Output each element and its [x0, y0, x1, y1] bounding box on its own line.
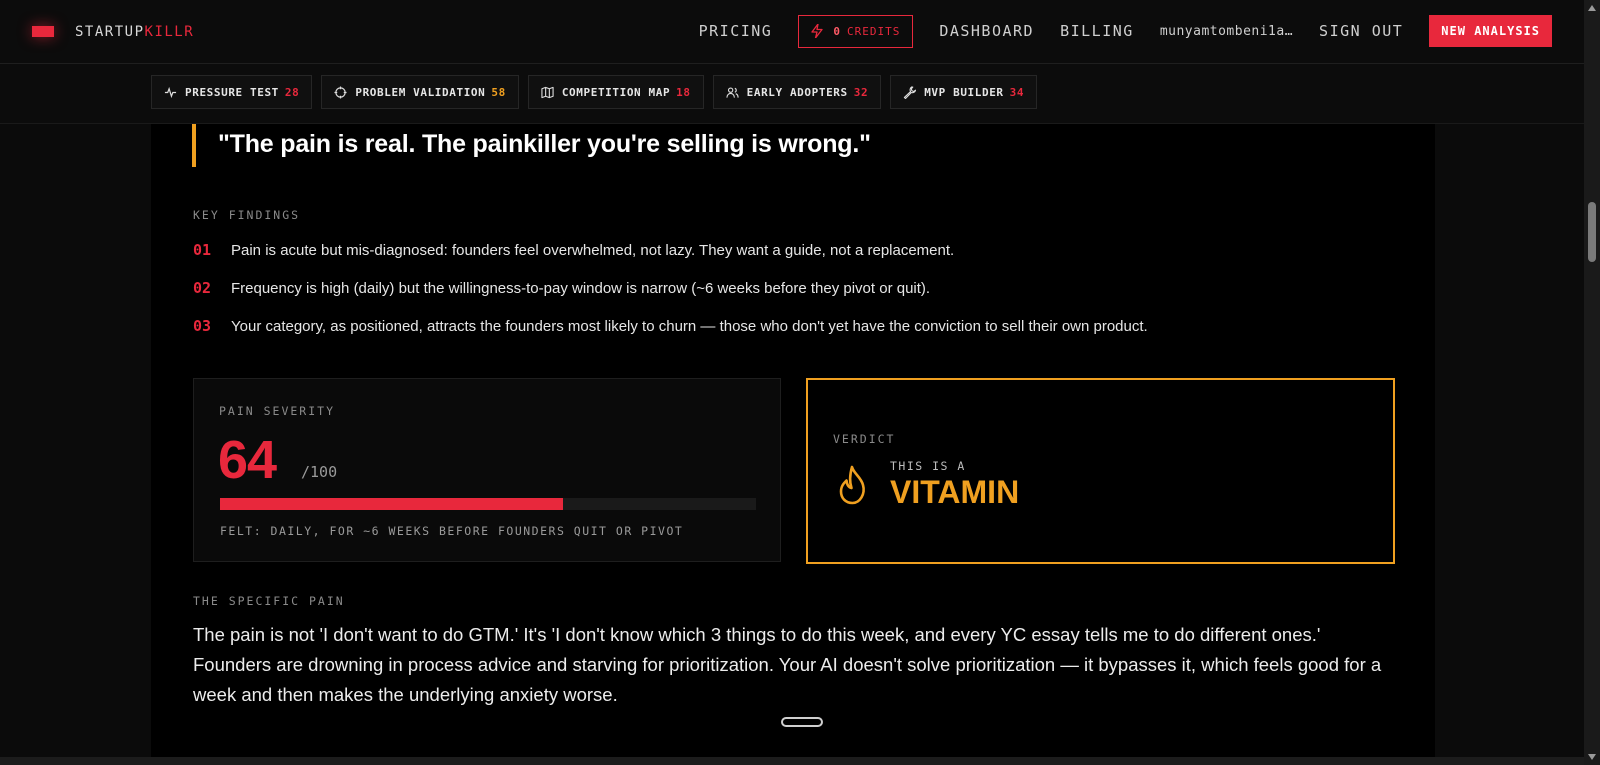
- scroll-down-arrow-icon[interactable]: [1588, 754, 1596, 760]
- credits-label: CREDITS: [846, 24, 901, 38]
- nav-links: PRICING 0 CREDITS DASHBOARD BILLING muny…: [673, 14, 1552, 48]
- sign-out-link[interactable]: SIGN OUT: [1319, 22, 1403, 40]
- verdict-word: VITAMIN: [890, 474, 1020, 510]
- top-nav: STARTUPKILLR PRICING 0 CREDITS DASHBOARD…: [0, 0, 1584, 64]
- pain-severity-bar-fill: [220, 498, 564, 510]
- pain-severity-max: /100: [301, 463, 338, 481]
- finding-item: 03 Your category, as positioned, attract…: [193, 317, 1148, 335]
- pain-severity-bar: [220, 498, 756, 510]
- activity-icon: [164, 86, 177, 98]
- page-scrollbar[interactable]: [1584, 0, 1600, 765]
- tab-score: 28: [284, 85, 300, 99]
- finding-item: 01 Pain is acute but mis-diagnosed: foun…: [193, 241, 954, 259]
- tab-mvp-builder[interactable]: MVP BUILDER 34: [890, 75, 1038, 109]
- key-findings-label: KEY FINDINGS: [193, 208, 301, 222]
- specific-pain-label: THE SPECIFIC PAIN: [193, 594, 345, 608]
- credits-button[interactable]: 0 CREDITS: [798, 14, 914, 48]
- tab-label: EARLY ADOPTERS: [746, 85, 848, 99]
- dashboard-link[interactable]: DASHBOARD: [939, 22, 1034, 40]
- verdict-label: VERDICT: [833, 432, 896, 446]
- scroll-handle[interactable]: [781, 717, 823, 727]
- quote-accent-bar: [192, 124, 196, 167]
- analysis-tabs: PRESSURE TEST 28 PROBLEM VALIDATION 58 C…: [151, 75, 1046, 109]
- pain-frequency-note: FELT: DAILY, FOR ~6 WEEKS BEFORE FOUNDER…: [220, 524, 684, 538]
- scroll-up-arrow-icon[interactable]: [1588, 5, 1596, 11]
- tab-score: 18: [676, 85, 691, 99]
- analysis-tabs-bar: PRESSURE TEST 28 PROBLEM VALIDATION 58 C…: [0, 64, 1584, 124]
- scrollbar-thumb[interactable]: [1588, 202, 1596, 262]
- users-icon: [725, 86, 739, 98]
- tab-score: 34: [1009, 85, 1025, 99]
- finding-text: Your category, as positioned, attracts t…: [231, 318, 1148, 335]
- tab-competition-map[interactable]: COMPETITION MAP 18: [527, 75, 704, 109]
- wrench-icon: [904, 85, 917, 99]
- verdict-card: VERDICT THIS IS A VITAMIN: [806, 378, 1395, 564]
- finding-text: Frequency is high (daily) but the willin…: [231, 280, 931, 297]
- billing-link[interactable]: BILLING: [1060, 22, 1134, 40]
- tab-score: 32: [853, 85, 869, 99]
- bottom-strip: [0, 757, 1584, 765]
- pain-severity-label: PAIN SEVERITY: [219, 404, 336, 418]
- new-analysis-button[interactable]: NEW ANALYSIS: [1429, 15, 1552, 47]
- specific-pain-text: The pain is not 'I don't want to do GTM.…: [193, 624, 1382, 705]
- finding-number: 03: [193, 317, 212, 335]
- finding-number: 01: [193, 241, 212, 259]
- finding-text: Pain is acute but mis-diagnosed: founder…: [231, 242, 955, 259]
- brand-name: STARTUPKILLR: [75, 23, 195, 40]
- crosshair-icon: [334, 85, 347, 99]
- tab-label: COMPETITION MAP: [561, 85, 671, 99]
- flame-icon: [839, 465, 865, 505]
- pricing-link[interactable]: PRICING: [699, 22, 773, 40]
- tab-label: MVP BUILDER: [924, 85, 1004, 99]
- tab-pressure-test[interactable]: PRESSURE TEST 28: [151, 75, 313, 109]
- finding-item: 02 Frequency is high (daily) but the wil…: [193, 279, 930, 297]
- tab-label: PROBLEM VALIDATION: [355, 85, 486, 99]
- credits-count: 0: [833, 24, 841, 38]
- pain-severity-card: PAIN SEVERITY 64 /100 FELT: DAILY, FOR ~…: [193, 378, 781, 562]
- logo[interactable]: STARTUPKILLR: [32, 24, 194, 40]
- map-icon: [541, 86, 554, 98]
- finding-number: 02: [193, 279, 212, 297]
- headline-quote: "The pain is real. The painkiller you're…: [218, 130, 871, 158]
- tab-label: PRESSURE TEST: [185, 85, 279, 99]
- logo-mark-icon: [32, 26, 54, 37]
- tab-score: 58: [491, 85, 506, 99]
- verdict-prefix: THIS IS A: [890, 459, 966, 473]
- tab-problem-validation[interactable]: PROBLEM VALIDATION 58: [321, 75, 519, 109]
- pain-severity-score: 64: [218, 430, 277, 490]
- lightning-icon: [811, 24, 823, 38]
- user-email[interactable]: munyamtombeni1a…: [1160, 24, 1293, 39]
- tab-early-adopters[interactable]: EARLY ADOPTERS 32: [712, 75, 882, 109]
- main-panel: "The pain is real. The painkiller you're…: [151, 124, 1435, 765]
